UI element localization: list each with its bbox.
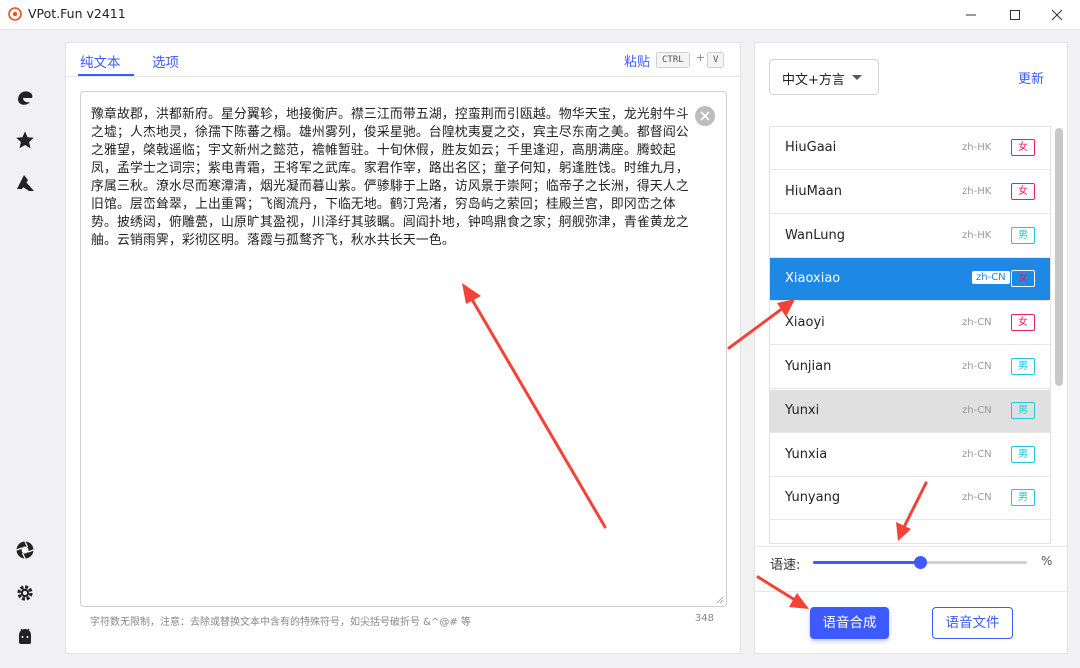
clear-text-button[interactable]: [695, 106, 715, 126]
resize-grip-icon[interactable]: [716, 596, 724, 604]
minimize-button[interactable]: [948, 0, 994, 30]
close-icon: [1051, 9, 1063, 21]
paste-button[interactable]: 粘贴: [624, 51, 650, 70]
shutter-icon[interactable]: [13, 538, 37, 562]
input-hint: 字符数无限制，注意：去除或替换文本中含有的特殊符号，如尖括号破折号 &^@# 等: [90, 617, 471, 628]
clear-icon: [700, 111, 710, 121]
voice-name: HiuGaai: [785, 140, 837, 155]
shortcut-key-v: V: [707, 52, 725, 68]
text-content[interactable]: 豫章故郡，洪都新府。星分翼轸，地接衡庐。襟三江而带五湖，控蛮荆而引瓯越。物华天宝…: [91, 106, 691, 250]
voice-gender-badge: 女: [1011, 139, 1035, 156]
voice-locale: zh-HK: [962, 185, 992, 197]
text-input-area[interactable]: 豫章故郡，洪都新府。星分翼轸，地接衡庐。襟三江而带五湖，控蛮荆而引瓯越。物华天宝…: [80, 91, 727, 607]
speed-slider-thumb[interactable]: [914, 556, 927, 569]
voice-item[interactable]: WanLung zh-HK 男: [770, 214, 1050, 258]
voice-item[interactable]: HiuGaai zh-HK 女: [770, 127, 1050, 170]
voice-gender-badge: 女: [1011, 182, 1035, 200]
android-icon[interactable]: [13, 624, 37, 648]
language-select-value: 中文+方言: [782, 73, 845, 88]
voice-list: HiuGaai zh-HK 女 HiuMaan zh-HK 女 WanLung zh-HK 男 X…: [769, 126, 1051, 544]
speed-label: 语速:: [770, 558, 801, 573]
voice-item[interactable]: Yunxi zh-CN 男: [770, 389, 1050, 433]
tab-plain-text[interactable]: 纯文本: [80, 51, 121, 71]
voice-panel: 中文+方言 更新 HiuGaai zh-HK 女 HiuMaan zh-HK 女 WanLu…: [754, 42, 1069, 654]
minimize-icon: [966, 14, 976, 16]
voice-item[interactable]: Xiaoyi zh-CN 女: [770, 302, 1050, 346]
voice-name: Yunyang: [785, 490, 841, 506]
maximize-button[interactable]: [992, 0, 1038, 30]
synthesize-button[interactable]: 语音合成: [810, 607, 889, 639]
app-logo-icon: [8, 7, 22, 21]
tab-bar: 纯文本 选项 粘贴 CTRL + V: [66, 43, 740, 77]
voice-gender-badge: 男: [1011, 401, 1035, 419]
voice-locale: zh-CN: [972, 271, 1010, 285]
shortcut-plus: +: [696, 51, 706, 64]
voice-list-scrollbar[interactable]: [1055, 128, 1063, 386]
voice-locale: zh-CN: [962, 317, 992, 329]
active-tab-indicator: [78, 74, 134, 76]
voice-gender-badge: 女: [1011, 270, 1035, 288]
voice-name: Yunxi: [785, 402, 820, 418]
divider: [755, 546, 1069, 547]
voice-item[interactable]: Yunxia zh-CN 男: [770, 433, 1050, 477]
voice-locale: zh-CN: [962, 448, 992, 460]
voice-locale: zh-CN: [962, 361, 992, 372]
speed-slider[interactable]: [813, 556, 1027, 569]
divider: [755, 591, 1069, 592]
voice-item[interactable]: Yunjian zh-CN 男: [770, 346, 1050, 389]
caret-down-icon: [852, 75, 862, 80]
left-nav: [0, 30, 50, 668]
voice-name: Yunxia: [785, 446, 828, 462]
edge-icon[interactable]: [13, 86, 37, 110]
voice-name: Yunjian: [785, 359, 832, 374]
tab-options[interactable]: 选项: [152, 51, 179, 71]
character-count: 348: [694, 613, 714, 624]
voice-gender-badge: 男: [1011, 358, 1035, 375]
voice-locale: zh-CN: [962, 404, 992, 416]
voice-locale: zh-HK: [962, 142, 992, 153]
window-title: VPot.Fun v2411: [28, 6, 126, 21]
maximize-icon: [1010, 10, 1020, 20]
voice-item[interactable]: HiuMaan zh-HK 女: [770, 170, 1050, 214]
voice-locale: zh-HK: [962, 229, 992, 241]
close-window-button[interactable]: [1034, 0, 1080, 30]
voice-locale: zh-CN: [962, 492, 992, 504]
voice-gender-badge: 男: [1011, 489, 1035, 507]
voice-gender-badge: 男: [1011, 445, 1035, 463]
text-panel: 纯文本 选项 粘贴 CTRL + V 豫章故郡，洪都新府。星分翼轸，地接衡庐。襟…: [65, 42, 741, 654]
voice-item[interactable]: Yunyang zh-CN 男: [770, 477, 1050, 521]
voice-name: WanLung: [785, 227, 845, 243]
voice-name: Xiaoxiao: [785, 271, 841, 287]
shortcut-key-ctrl: CTRL: [656, 52, 690, 68]
title-bar: VPot.Fun v2411: [0, 0, 1080, 30]
speed-percent-unit: %: [1041, 554, 1053, 568]
voice-file-button[interactable]: 语音文件: [932, 607, 1013, 639]
voice-gender-badge: 女: [1011, 314, 1035, 332]
azure-icon[interactable]: [13, 171, 37, 195]
voice-name: HiuMaan: [785, 183, 843, 199]
voice-gender-badge: 男: [1011, 226, 1035, 244]
language-select[interactable]: 中文+方言: [769, 59, 879, 95]
update-button[interactable]: 更新: [1018, 68, 1044, 87]
voice-name: Xiaoyi: [785, 315, 825, 331]
star-icon[interactable]: [13, 128, 37, 152]
speed-slider-fill: [813, 561, 920, 564]
settings-icon[interactable]: [13, 581, 37, 605]
voice-item[interactable]: Xiaoxiao zh-CN 女: [770, 258, 1050, 302]
